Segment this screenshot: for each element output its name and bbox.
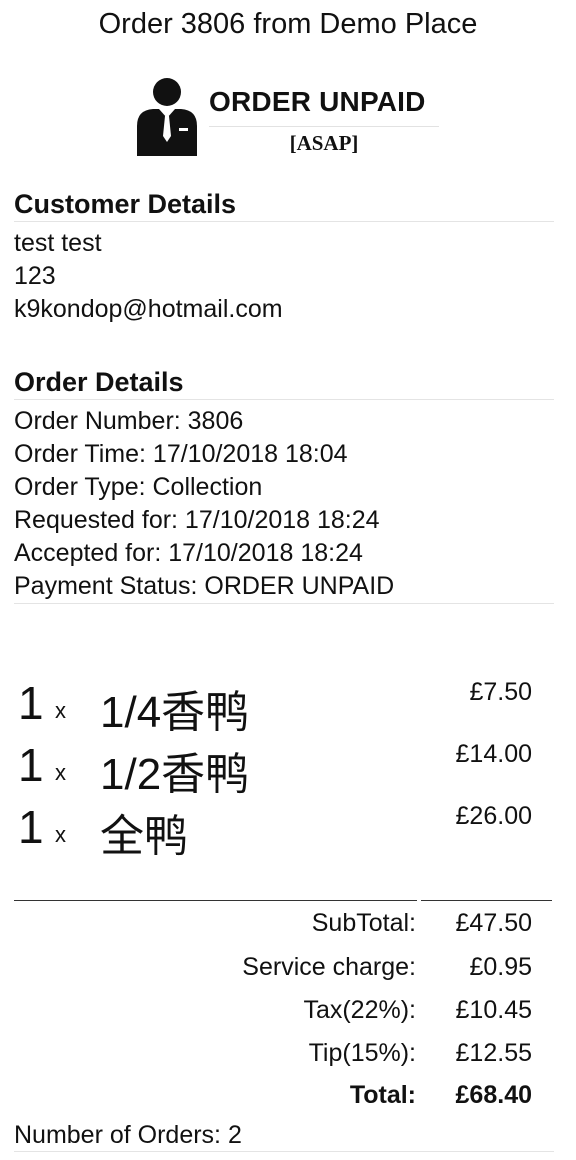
customer-email: k9kondop@hotmail.com xyxy=(14,295,283,323)
item-name: 全鸭 xyxy=(100,812,188,861)
footer-divider xyxy=(14,1151,554,1152)
order-time: Order Time: 17/10/2018 18:04 xyxy=(14,440,348,468)
order-number: Order Number: 3806 xyxy=(14,407,244,435)
customer-details-heading: Customer Details xyxy=(14,189,554,222)
order-status-block: ORDER UNPAID [ASAP] xyxy=(135,78,445,158)
item-multiplier: x xyxy=(55,698,66,723)
receipt-title: Order 3806 from Demo Place xyxy=(98,8,478,40)
subtotal-label: SubTotal: xyxy=(311,909,416,937)
accepted-time: Accepted for: 17/10/2018 18:24 xyxy=(14,539,363,567)
item-price: £14.00 xyxy=(455,740,532,768)
payment-status-label: ORDER UNPAID xyxy=(209,86,426,117)
total-value: £68.40 xyxy=(455,1081,532,1109)
item-price: £26.00 xyxy=(455,802,532,830)
item-name: 1/4香鸭 xyxy=(100,688,250,737)
customer-phone: 123 xyxy=(14,262,56,290)
tip-value: £12.55 xyxy=(455,1039,532,1067)
item-quantity: 1 xyxy=(18,739,44,791)
service-charge-label: Service charge: xyxy=(242,953,416,981)
totals-divider-right xyxy=(421,900,552,901)
item-quantity: 1 xyxy=(18,677,44,729)
totals-divider-left xyxy=(14,900,417,901)
tax-label: Tax(22%): xyxy=(303,996,416,1024)
timing-label: [ASAP] xyxy=(289,131,359,155)
order-details-heading: Order Details xyxy=(14,367,554,400)
total-label: Total: xyxy=(349,1081,416,1109)
item-multiplier: x xyxy=(55,760,66,785)
item-name: 1/2香鸭 xyxy=(100,750,250,799)
item-quantity: 1 xyxy=(18,801,44,853)
service-charge-value: £0.95 xyxy=(469,953,532,981)
order-details-divider xyxy=(14,603,554,604)
order-type: Order Type: Collection xyxy=(14,473,263,501)
person-suit-icon xyxy=(137,78,197,156)
customer-name: test test xyxy=(14,229,102,257)
item-multiplier: x xyxy=(55,822,66,847)
requested-time: Requested for: 17/10/2018 18:24 xyxy=(14,506,380,534)
tip-label: Tip(15%): xyxy=(308,1039,416,1067)
orders-count: Number of Orders: 2 xyxy=(14,1121,242,1149)
item-price: £7.50 xyxy=(469,678,532,706)
payment-status: Payment Status: ORDER UNPAID xyxy=(14,572,395,600)
status-divider xyxy=(209,126,439,127)
tax-value: £10.45 xyxy=(455,996,532,1024)
subtotal-value: £47.50 xyxy=(455,909,532,937)
